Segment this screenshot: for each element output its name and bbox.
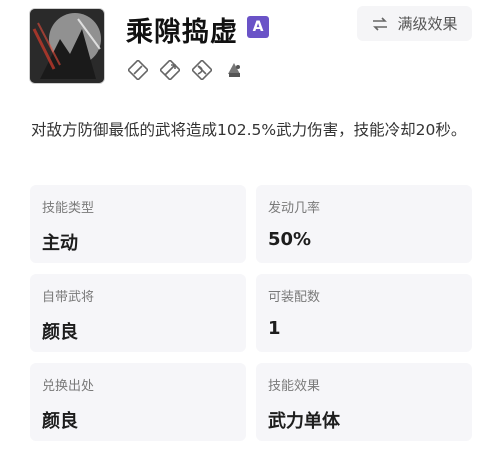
attribute-trigger-rate: 发动几率 50% bbox=[256, 185, 472, 263]
attribute-value: 主动 bbox=[42, 233, 78, 254]
unit-type-icons bbox=[127, 59, 245, 81]
attribute-label: 自带武将 bbox=[42, 290, 95, 305]
attribute-label: 发动几率 bbox=[268, 201, 321, 216]
attribute-value: 50% bbox=[268, 229, 312, 250]
grade-badge: A bbox=[247, 16, 269, 38]
attribute-label: 可装配数 bbox=[268, 290, 321, 305]
archer-icon bbox=[191, 59, 213, 81]
attribute-label: 技能效果 bbox=[268, 379, 321, 394]
cavalry-icon bbox=[127, 59, 149, 81]
max-level-effect-label: 满级效果 bbox=[397, 15, 458, 33]
siege-icon bbox=[223, 59, 245, 81]
attribute-value: 颜良 bbox=[42, 322, 78, 343]
attribute-label: 技能类型 bbox=[42, 201, 95, 216]
attribute-value: 1 bbox=[268, 318, 281, 339]
spear-icon bbox=[159, 59, 181, 81]
max-level-effect-button[interactable]: 满级效果 bbox=[357, 6, 472, 41]
skill-portrait-icon bbox=[29, 8, 105, 84]
attribute-equip-count: 可装配数 1 bbox=[256, 274, 472, 352]
attribute-label: 兑换出处 bbox=[42, 379, 95, 394]
attribute-exchange-source: 兑换出处 颜良 bbox=[30, 363, 246, 441]
attribute-skill-type: 技能类型 主动 bbox=[30, 185, 246, 263]
attribute-native-general: 自带武将 颜良 bbox=[30, 274, 246, 352]
skill-description: 对敌方防御最低的武将造成102.5%武力伤害，技能冷却20秒。 bbox=[31, 121, 467, 139]
skill-name: 乘隙捣虚 bbox=[126, 17, 238, 48]
attribute-skill-effect: 技能效果 武力单体 bbox=[256, 363, 472, 441]
skill-header: 乘隙捣虚 A 满级效果 bbox=[0, 0, 503, 100]
attribute-grid: 技能类型 主动 发动几率 50% 自带武将 颜良 可装配数 1 兑换出处 颜良 … bbox=[30, 185, 472, 441]
attribute-value: 武力单体 bbox=[268, 411, 340, 432]
attribute-value: 颜良 bbox=[42, 411, 78, 432]
swap-icon bbox=[371, 15, 389, 33]
